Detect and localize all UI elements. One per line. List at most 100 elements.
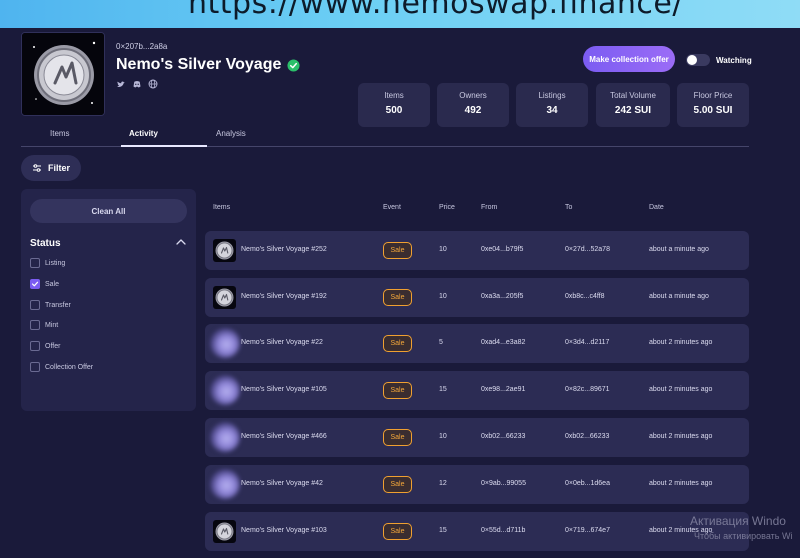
stat-value: 242 SUI xyxy=(614,105,652,116)
checkbox[interactable] xyxy=(30,300,40,310)
item-name[interactable]: Nemo's Silver Voyage #103 xyxy=(241,527,327,534)
stat-label: Owners xyxy=(459,91,487,100)
to-address[interactable]: 0xb8c...c4ff8 xyxy=(565,293,605,300)
checkbox[interactable] xyxy=(30,258,40,268)
item-name[interactable]: Nemo's Silver Voyage #252 xyxy=(241,246,327,253)
column-header-event: Event xyxy=(383,204,401,211)
price-cell: 5 xyxy=(439,339,443,346)
column-header-items: Items xyxy=(213,204,231,211)
table-row[interactable]: Nemo's Silver Voyage #42 Sale 12 0×9ab..… xyxy=(205,465,749,504)
date-cell: about 2 minutes ago xyxy=(649,386,713,393)
checkbox[interactable] xyxy=(30,362,40,372)
clean-all-button[interactable]: Clean All xyxy=(30,199,187,223)
table-row[interactable]: Nemo's Silver Voyage #103 Sale 15 0×55d.… xyxy=(205,512,749,551)
to-address[interactable]: 0×82c...89671 xyxy=(565,386,610,393)
stat-floor-price: Floor Price 5.00 SUI xyxy=(677,83,749,127)
from-address[interactable]: 0xad4...e3a82 xyxy=(481,339,525,346)
nft-thumbnail[interactable] xyxy=(213,286,236,309)
nft-thumbnail[interactable] xyxy=(210,375,240,405)
nft-thumbnail[interactable] xyxy=(210,422,240,452)
option-label: Mint xyxy=(45,321,59,329)
watching-toggle[interactable]: Watching xyxy=(686,54,752,66)
to-address[interactable]: 0×27d...52a78 xyxy=(565,246,610,253)
status-option-sale[interactable]: Sale xyxy=(30,279,59,289)
stat-items: Items 500 xyxy=(358,83,430,127)
from-address[interactable]: 0xa3a...205f5 xyxy=(481,293,523,300)
checkbox-checked[interactable] xyxy=(30,279,40,289)
os-activation-watermark: Активация Windo xyxy=(690,514,786,528)
event-badge: Sale xyxy=(383,289,412,306)
tab-activity[interactable]: Activity xyxy=(129,129,158,138)
status-option-transfer[interactable]: Transfer xyxy=(30,300,71,310)
url-banner: https://www.nemoswap.finance/ xyxy=(0,0,800,28)
collection-address[interactable]: 0×207b...2a8a xyxy=(116,42,167,51)
nft-thumbnail[interactable] xyxy=(210,328,240,358)
table-row[interactable]: Nemo's Silver Voyage #22 Sale 5 0xad4...… xyxy=(205,324,749,363)
item-name[interactable]: Nemo's Silver Voyage #42 xyxy=(241,480,323,487)
filter-sidebar: Clean All Status Listing Sale Transfer M… xyxy=(21,189,196,411)
from-address[interactable]: 0xb02...66233 xyxy=(481,433,525,440)
filter-label: Filter xyxy=(47,163,70,173)
tab-bar: Items Activity Analysis xyxy=(21,126,749,147)
stat-value: 5.00 SUI xyxy=(693,105,733,116)
stat-listings: Listings 34 xyxy=(516,83,588,127)
checkbox[interactable] xyxy=(30,320,40,330)
event-badge: Sale xyxy=(383,476,412,493)
to-address[interactable]: 0×3d4...d2117 xyxy=(565,339,609,346)
item-name[interactable]: Nemo's Silver Voyage #466 xyxy=(241,433,327,440)
stat-label: Floor Price xyxy=(693,91,733,100)
from-address[interactable]: 0×55d...d711b xyxy=(481,527,525,534)
from-address[interactable]: 0xe04...b79f5 xyxy=(481,246,523,253)
nft-thumbnail[interactable] xyxy=(210,469,240,499)
nft-thumbnail[interactable] xyxy=(213,520,236,543)
price-cell: 10 xyxy=(439,246,447,253)
option-label: Collection Offer xyxy=(45,363,94,371)
make-collection-offer-button[interactable]: Make collection offer xyxy=(583,46,675,72)
column-header-from: From xyxy=(481,204,498,211)
chevron-up-icon[interactable] xyxy=(175,236,187,248)
to-address[interactable]: 0×719...674e7 xyxy=(565,527,610,534)
table-row[interactable]: Nemo's Silver Voyage #192 Sale 10 0xa3a.… xyxy=(205,278,749,317)
date-cell: about a minute ago xyxy=(649,246,709,253)
price-cell: 15 xyxy=(439,386,447,393)
price-cell: 10 xyxy=(439,293,447,300)
active-tab-indicator xyxy=(121,145,207,147)
from-address[interactable]: 0×9ab...99055 xyxy=(481,480,526,487)
stat-label: Items xyxy=(384,91,404,100)
to-address[interactable]: 0xb02...66233 xyxy=(565,433,609,440)
switch-knob xyxy=(687,55,697,65)
discord-icon[interactable] xyxy=(132,76,142,88)
event-badge: Sale xyxy=(383,429,412,446)
globe-icon[interactable] xyxy=(148,76,158,89)
twitter-icon[interactable] xyxy=(116,76,126,87)
item-name[interactable]: Nemo's Silver Voyage #22 xyxy=(241,339,323,346)
stat-label: Total Volume xyxy=(610,91,656,100)
to-address[interactable]: 0×0eb...1d6ea xyxy=(565,480,610,487)
option-label: Sale xyxy=(45,280,60,288)
date-cell: about 2 minutes ago xyxy=(649,433,713,440)
status-option-collection-offer[interactable]: Collection Offer xyxy=(30,362,93,372)
date-cell: about 2 minutes ago xyxy=(649,480,713,487)
status-option-offer[interactable]: Offer xyxy=(30,341,60,351)
checkbox[interactable] xyxy=(30,341,40,351)
table-row[interactable]: Nemo's Silver Voyage #105 Sale 15 0xe98.… xyxy=(205,371,749,410)
from-address[interactable]: 0xe98...2ae91 xyxy=(481,386,525,393)
item-name[interactable]: Nemo's Silver Voyage #105 xyxy=(241,386,327,393)
tab-items[interactable]: Items xyxy=(50,129,70,138)
item-name[interactable]: Nemo's Silver Voyage #192 xyxy=(241,293,327,300)
event-badge: Sale xyxy=(383,335,412,352)
filter-button[interactable]: Filter xyxy=(21,155,81,181)
banner-url-text: https://www.nemoswap.finance/ xyxy=(188,0,683,21)
table-row[interactable]: Nemo's Silver Voyage #252 Sale 10 0xe04.… xyxy=(205,231,749,270)
event-badge: Sale xyxy=(383,242,412,259)
status-option-listing[interactable]: Listing xyxy=(30,258,65,268)
price-cell: 10 xyxy=(439,433,447,440)
status-option-mint[interactable]: Mint xyxy=(30,320,58,330)
date-cell: about 2 minutes ago xyxy=(649,339,713,346)
tab-analysis[interactable]: Analysis xyxy=(216,129,246,138)
table-row[interactable]: Nemo's Silver Voyage #466 Sale 10 0xb02.… xyxy=(205,418,749,457)
watching-switch[interactable] xyxy=(686,54,710,66)
sliders-icon xyxy=(32,164,41,172)
watching-label: Watching xyxy=(716,55,752,65)
nft-thumbnail[interactable] xyxy=(213,239,236,262)
